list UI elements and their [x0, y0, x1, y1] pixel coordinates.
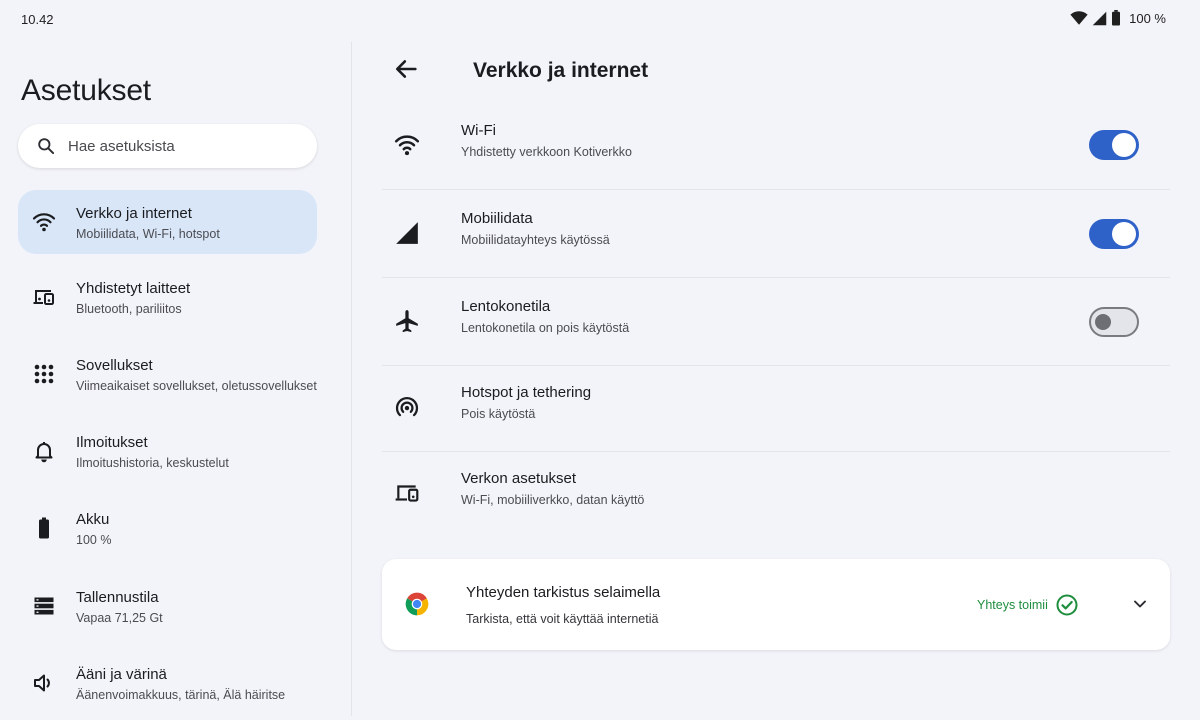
- sidebar-item-label: Verkko ja internet: [76, 205, 192, 222]
- search-bar[interactable]: [18, 124, 317, 168]
- network-settings-icon: [395, 485, 419, 502]
- battery-percent: 100 %: [1129, 10, 1166, 26]
- setting-subtitle: Pois käytöstä: [461, 407, 536, 421]
- setting-subtitle: Yhdistetty verkkoon Kotiverkko: [461, 145, 632, 159]
- setting-label: Mobiilidata: [461, 210, 533, 227]
- setting-label: Wi-Fi: [461, 122, 496, 139]
- sidebar-item-battery[interactable]: Akku 100 %: [18, 496, 317, 560]
- sidebar-item-label: Akku: [76, 511, 110, 528]
- connected-devices-icon: [33, 290, 54, 305]
- sidebar-item-sound[interactable]: Ääni ja värinä Äänenvoimakkuus, tärinä, …: [18, 651, 317, 715]
- status-time: 10.42: [21, 12, 54, 27]
- section-title: Verkko ja internet: [473, 59, 649, 82]
- sidebar-item-label: Ääni ja värinä: [76, 666, 167, 683]
- status-bar: 10.42 100 %: [0, 0, 1200, 38]
- sidebar-item-subtitle: Viimeaikaiset sovellukset, oletussovellu…: [76, 379, 317, 393]
- sidebar-item-subtitle: Ilmoitushistoria, keskustelut: [76, 456, 229, 470]
- setting-subtitle: Mobiilidatayhteys käytössä: [461, 233, 610, 247]
- toggle-knob: [1112, 133, 1136, 157]
- chrome-icon: [405, 592, 429, 616]
- connection-status-text: Yhteys toimii: [977, 598, 1048, 612]
- setting-label: Lentokonetila: [461, 298, 551, 315]
- cellular-status-icon: [1092, 11, 1107, 25]
- setting-row-network-settings[interactable]: Verkon asetukset Wi-Fi, mobiiliverkko, d…: [382, 450, 1170, 538]
- apps-grid-icon: [34, 364, 54, 384]
- storage-icon: [34, 597, 54, 615]
- check-circle-icon: [1056, 594, 1078, 616]
- sidebar-item-notifications[interactable]: Ilmoitukset Ilmoitushistoria, keskustelu…: [18, 419, 317, 483]
- settings-sidebar: Asetukset Verkko ja internet Mobiilidata…: [0, 38, 351, 720]
- wifi-toggle[interactable]: [1089, 130, 1139, 160]
- sidebar-item-apps[interactable]: Sovellukset Viimeaikaiset sovellukset, o…: [18, 342, 317, 406]
- status-icons: 100 %: [1070, 10, 1166, 26]
- sidebar-item-label: Sovellukset: [76, 357, 153, 374]
- sidebar-item-subtitle: Vapaa 71,25 Gt: [76, 611, 163, 625]
- setting-row-mobile-data[interactable]: Mobiilidata Mobiilidatayhteys käytössä: [382, 190, 1170, 278]
- setting-row-hotspot[interactable]: Hotspot ja tethering Pois käytöstä: [382, 364, 1170, 452]
- airplane-mode-toggle[interactable]: [1089, 307, 1139, 337]
- volume-icon: [34, 674, 50, 692]
- search-icon: [38, 138, 55, 155]
- toggle-knob: [1095, 314, 1111, 330]
- sidebar-item-subtitle: Bluetooth, pariliitos: [76, 302, 182, 316]
- wifi-icon: [394, 135, 420, 156]
- setting-row-wifi[interactable]: Wi-Fi Yhdistetty verkkoon Kotiverkko: [382, 102, 1170, 190]
- sidebar-item-subtitle: Äänenvoimakkuus, tärinä, Älä häiritse: [76, 688, 286, 702]
- sidebar-item-connected-devices[interactable]: Yhdistetyt laitteet Bluetooth, pariliito…: [18, 265, 317, 329]
- back-arrow-icon[interactable]: [392, 55, 420, 83]
- card-subtitle: Tarkista, että voit käyttää internetiä: [466, 612, 659, 626]
- hotspot-icon: [395, 396, 419, 417]
- chevron-down-icon[interactable]: [1130, 594, 1150, 614]
- wifi-status-icon: [1070, 11, 1088, 25]
- battery-status-icon: [1112, 10, 1121, 26]
- wifi-icon: [32, 213, 56, 232]
- setting-subtitle: Lentokonetila on pois käytöstä: [461, 321, 630, 335]
- setting-label: Verkon asetukset: [461, 470, 577, 487]
- sidebar-item-storage[interactable]: Tallennustila Vapaa 71,25 Gt: [18, 574, 317, 638]
- sidebar-item-label: Tallennustila: [76, 589, 159, 606]
- setting-subtitle: Wi-Fi, mobiiliverkko, datan käyttö: [461, 493, 645, 507]
- network-settings-pane: Verkko ja internet Wi-Fi Yhdistetty verk…: [352, 38, 1200, 720]
- sidebar-item-subtitle: Mobiilidata, Wi-Fi, hotspot: [76, 227, 220, 241]
- mobile-data-toggle[interactable]: [1089, 219, 1139, 249]
- setting-row-airplane-mode[interactable]: Lentokonetila Lentokonetila on pois käyt…: [382, 278, 1170, 366]
- airplane-icon: [396, 310, 418, 333]
- search-input[interactable]: [68, 137, 288, 155]
- sidebar-item-subtitle: 100 %: [76, 533, 112, 547]
- cellular-signal-icon: [396, 222, 418, 244]
- page-title: Asetukset: [21, 74, 151, 107]
- card-title: Yhteyden tarkistus selaimella: [466, 584, 661, 601]
- bell-icon: [35, 442, 53, 463]
- sidebar-item-label: Ilmoitukset: [76, 434, 148, 451]
- setting-label: Hotspot ja tethering: [461, 384, 592, 401]
- battery-icon: [39, 517, 49, 539]
- sidebar-item-network[interactable]: Verkko ja internet Mobiilidata, Wi-Fi, h…: [18, 190, 317, 254]
- connection-check-card[interactable]: Yhteyden tarkistus selaimella Tarkista, …: [382, 559, 1170, 650]
- sidebar-item-label: Yhdistetyt laitteet: [76, 280, 191, 297]
- toggle-knob: [1112, 222, 1136, 246]
